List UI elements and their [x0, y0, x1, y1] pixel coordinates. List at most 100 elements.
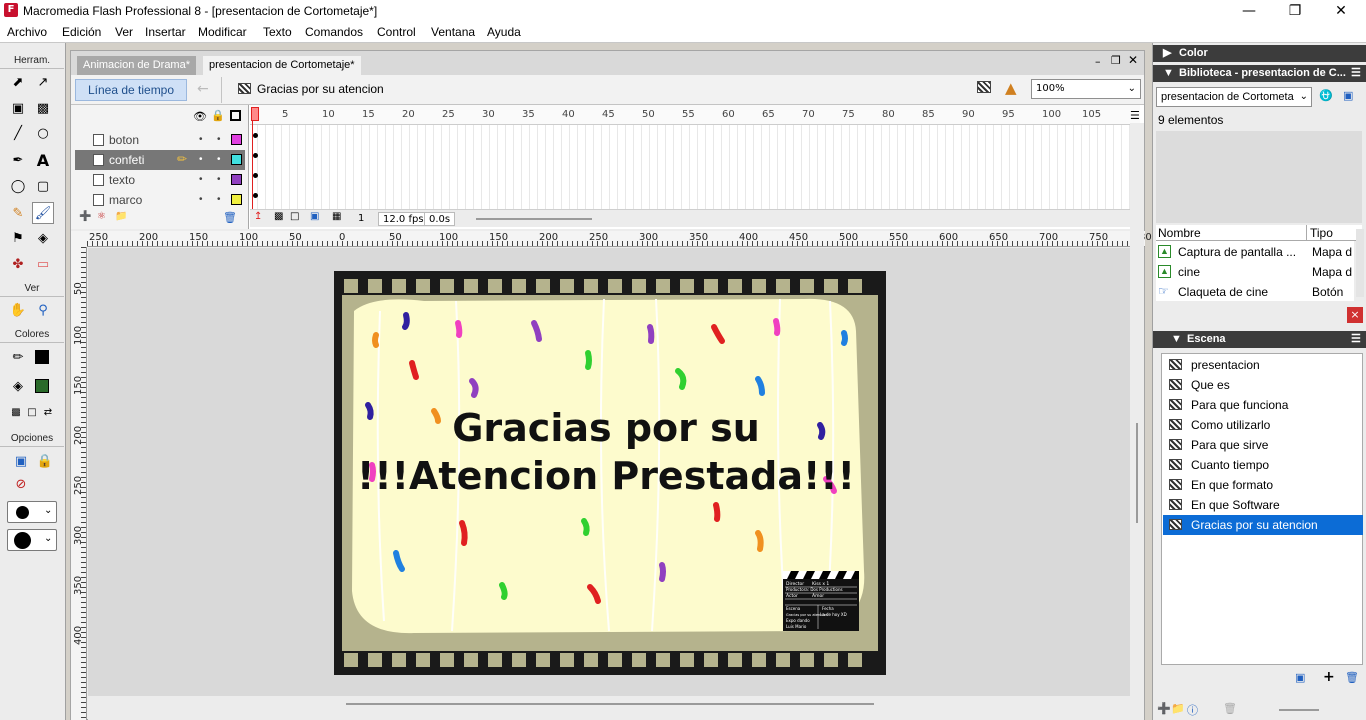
lock-icon[interactable]: 🔒	[211, 109, 225, 122]
delete-layer-icon[interactable]: 🗑	[223, 211, 237, 224]
keyframe-confeti[interactable]	[253, 153, 258, 158]
menu-archivo[interactable]: Archivo	[7, 25, 47, 39]
library-document-select[interactable]: presentacion de Cortometa ⌄	[1156, 87, 1312, 107]
layer-color-swatch[interactable]	[231, 134, 242, 145]
swap-colors-icon[interactable]: ⇄	[37, 401, 59, 423]
timeline-menu-icon[interactable]: ☰	[1130, 109, 1140, 122]
edit-multiple-frames-icon[interactable]: ▣	[310, 211, 319, 222]
frames-grid[interactable]: 1510152025303540455055606570758085909510…	[250, 105, 1140, 213]
close-button[interactable]: ✕	[1318, 0, 1364, 22]
zoom-select[interactable]: 100% ⌄	[1031, 79, 1141, 99]
library-item[interactable]: ▲ Captura de pantalla ... Mapa d	[1156, 242, 1356, 262]
menu-ver[interactable]: Ver	[115, 25, 133, 39]
stage-hscroll[interactable]	[88, 696, 1130, 720]
modify-onion-markers-icon[interactable]: ▦	[332, 211, 341, 222]
timeline-toggle-button[interactable]: Línea de tiempo	[75, 79, 187, 101]
vscroll-thumb[interactable]	[1136, 423, 1138, 523]
new-folder-icon[interactable]: 📁	[1171, 702, 1185, 715]
delete-icon[interactable]: 🗑	[1223, 702, 1237, 715]
tab-animacion-de-drama[interactable]: Animacion de Drama*	[77, 56, 196, 75]
menu-edicion[interactable]: Edición	[62, 25, 101, 39]
add-scene-icon[interactable]: +	[1323, 669, 1335, 685]
lock-dot[interactable]: •	[217, 134, 221, 145]
menu-control[interactable]: Control	[377, 25, 416, 39]
delete-scene-icon[interactable]: 🗑	[1345, 671, 1359, 684]
scene-item[interactable]: Para que sirve	[1163, 435, 1363, 455]
col-tipo[interactable]: Tipo	[1310, 226, 1333, 240]
layer-texto[interactable]: texto • •	[75, 170, 245, 190]
stage-vscroll[interactable]	[1130, 123, 1144, 720]
oval-tool-icon[interactable]: ◯	[7, 175, 29, 197]
restore-button[interactable]: ❐	[1272, 0, 1318, 22]
minimize-doc-icon[interactable]: –	[1095, 55, 1101, 68]
frame-rate[interactable]: 12.0 fps	[378, 212, 429, 226]
keyframe-marco[interactable]	[253, 193, 258, 198]
ink-bottle-icon[interactable]: ⚑	[7, 227, 29, 249]
insert-layer-icon[interactable]: ➕	[79, 211, 91, 222]
hscroll-thumb[interactable]	[346, 703, 874, 705]
menu-insertar[interactable]: Insertar	[145, 25, 186, 39]
edit-scene-icon[interactable]	[977, 81, 991, 93]
minimize-button[interactable]: —	[1226, 0, 1272, 22]
paint-bucket-icon[interactable]: ◈	[32, 227, 54, 249]
pencil-tool-icon[interactable]: ✎	[7, 202, 29, 224]
layer-confeti[interactable]: confeti ✏ • •	[75, 150, 245, 170]
keyframe-texto[interactable]	[253, 173, 258, 178]
scene-item[interactable]: Como utilizarlo	[1163, 415, 1363, 435]
lock-dot[interactable]: •	[217, 154, 221, 165]
lock-dot[interactable]: •	[217, 174, 221, 185]
restore-doc-icon[interactable]: ❐	[1111, 54, 1121, 67]
center-frame-icon[interactable]: ↥	[254, 211, 262, 222]
brush-size-select[interactable]: ⌄	[7, 501, 57, 523]
new-symbol-icon[interactable]: ➕	[1157, 702, 1171, 715]
edit-symbols-icon[interactable]: ▲	[1005, 79, 1017, 97]
col-nombre[interactable]: Nombre	[1158, 226, 1201, 240]
library-hscroll[interactable]	[1279, 709, 1319, 711]
eraser-icon[interactable]: ▭	[32, 253, 54, 275]
scene-item[interactable]: Gracias por su atencion	[1163, 515, 1363, 535]
menu-texto[interactable]: Texto	[263, 25, 292, 39]
new-library-panel-icon[interactable]: ▣	[1343, 89, 1353, 102]
insert-folder-icon[interactable]: 📁	[115, 211, 127, 222]
zoom-tool-icon[interactable]: ⚲	[32, 299, 54, 321]
scene-panel-header[interactable]: ▼ Escena ☰	[1153, 331, 1366, 348]
lasso-icon[interactable]: ○	[32, 122, 54, 144]
subselection-arrow-icon[interactable]: ↗	[32, 71, 54, 93]
brush-mode-icon[interactable]: ⊘	[10, 473, 32, 495]
library-panel-header[interactable]: ▼ Biblioteca - presentacion de C... ☰	[1153, 65, 1366, 82]
clapperboard-button[interactable]: Director Kiss x 1 Productora: Dos Produc…	[783, 571, 859, 631]
line-tool-icon[interactable]: ╱	[7, 122, 29, 144]
rectangle-tool-icon[interactable]: ▢	[32, 175, 54, 197]
scene-item[interactable]: Para que funciona	[1163, 395, 1363, 415]
scene-item[interactable]: presentacion	[1163, 355, 1363, 375]
menu-modificar[interactable]: Modificar	[198, 25, 247, 39]
layer-color-swatch[interactable]	[231, 194, 242, 205]
pin-library-icon[interactable]: ⛎	[1319, 89, 1333, 102]
menu-comandos[interactable]: Comandos	[305, 25, 363, 39]
eye-icon[interactable]: 👁	[193, 110, 207, 123]
lock-dot[interactable]: •	[217, 194, 221, 205]
properties-icon[interactable]: ⓘ	[1187, 702, 1198, 718]
stage-pasteboard[interactable]: Gracias por su !!!Atencion Prestada!!! D…	[88, 248, 1130, 696]
onion-skin-icon[interactable]: ▩	[274, 211, 283, 222]
scene-item[interactable]: En que formato	[1163, 475, 1363, 495]
stroke-color-swatch[interactable]	[35, 350, 49, 364]
back-arrow-icon[interactable]: ←	[197, 81, 209, 97]
layer-boton[interactable]: boton • •	[75, 130, 245, 150]
scene-item[interactable]: Cuanto tiempo	[1163, 455, 1363, 475]
color-panel-header[interactable]: ▶ Color	[1153, 45, 1366, 62]
library-menu-icon[interactable]: ☰	[1351, 65, 1361, 82]
menu-ventana[interactable]: Ventana	[431, 25, 475, 39]
close-library-icon[interactable]: ×	[1347, 307, 1363, 323]
brush-shape-select[interactable]: ⌄	[7, 529, 57, 551]
visibility-dot[interactable]: •	[199, 174, 203, 185]
frames-hscroll[interactable]	[476, 218, 592, 220]
playhead-handle[interactable]	[251, 107, 259, 121]
free-transform-icon[interactable]: ▣	[7, 97, 29, 119]
selection-arrow-icon[interactable]: ⬈	[7, 71, 29, 93]
scene-menu-icon[interactable]: ☰	[1351, 331, 1361, 348]
gradient-transform-icon[interactable]: ▩	[32, 97, 54, 119]
onion-skin-outlines-icon[interactable]: □	[290, 211, 299, 222]
text-tool-icon[interactable]: A	[32, 149, 54, 171]
stage-canvas[interactable]: Gracias por su !!!Atencion Prestada!!! D…	[334, 271, 886, 675]
